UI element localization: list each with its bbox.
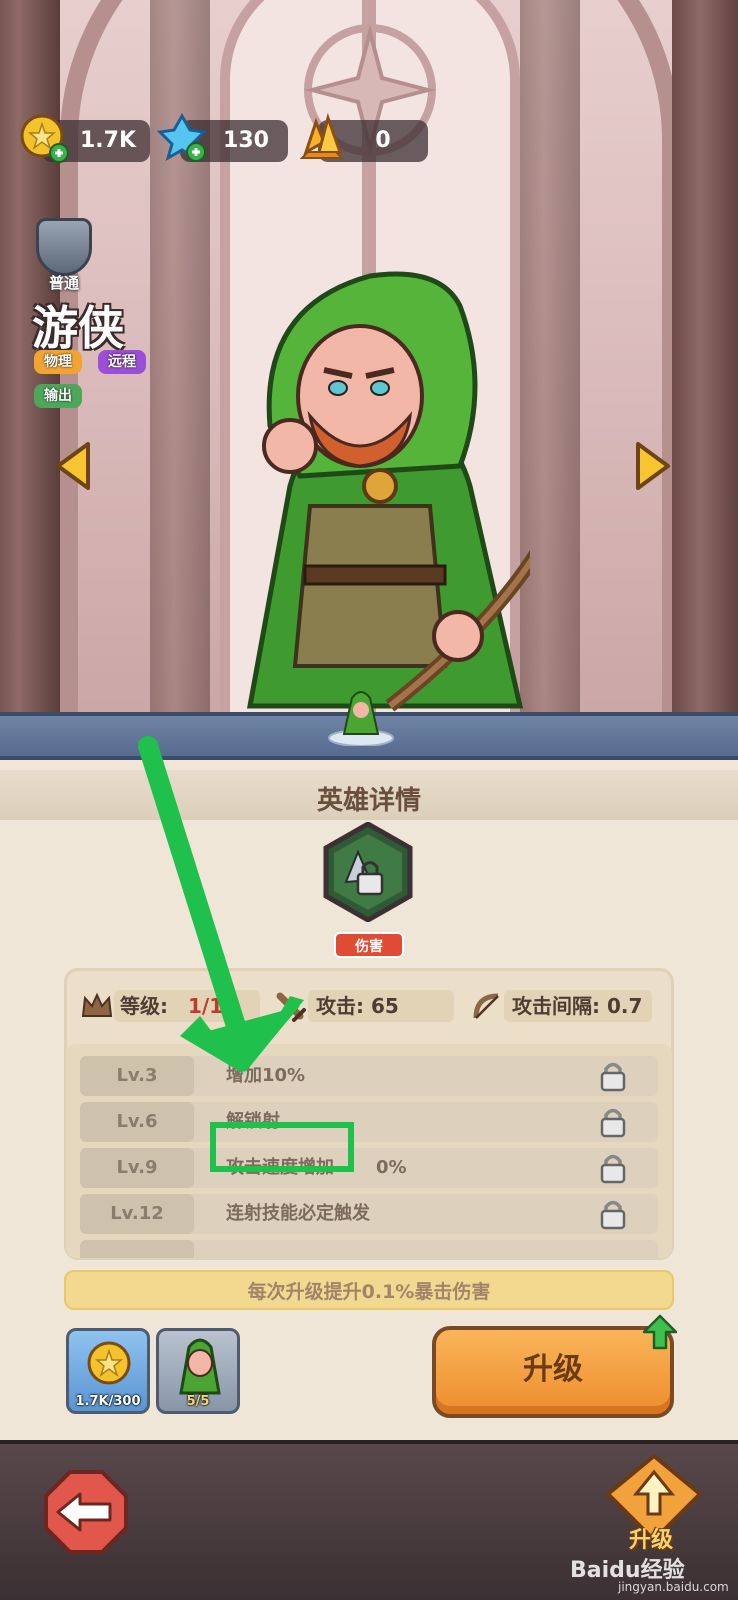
star-upgrade-label: 升级: [628, 1528, 673, 1553]
previous-hero-arrow-icon[interactable]: [54, 440, 92, 492]
gold-amount: 1.7K: [79, 128, 137, 153]
skill-type-tag: 伤害: [334, 932, 404, 958]
hero-card-cost-label: 5/5: [186, 1394, 210, 1409]
level-unlock-list[interactable]: Lv.3 增加10% Lv.6 解锁射 Lv.9 攻击速度增加 0% Lv.12…: [66, 1044, 672, 1258]
level-desc-suffix: 0%: [376, 1157, 407, 1178]
gold-cost-card[interactable]: 1.7K/300: [66, 1328, 150, 1414]
upgrade-info-bar: 每次升级提升0.1%暴击伤害: [64, 1270, 674, 1310]
upgrade-button[interactable]: 升级: [432, 1326, 674, 1418]
rank-shield-icon: [36, 218, 92, 276]
level-tag: [80, 1240, 194, 1258]
tag-ranged: 远程: [98, 350, 146, 374]
level-tag: Lv.12: [80, 1194, 194, 1234]
ranger-hero-portrait: [247, 271, 530, 712]
interval-stat: 攻击间隔: 0.7: [512, 994, 643, 1018]
lock-icon: [600, 1154, 626, 1184]
level-desc: 连射技能必定触发: [226, 1203, 370, 1224]
ranger-card-icon: [179, 1338, 221, 1395]
hero-name: 游侠: [32, 301, 124, 355]
level-unlock-row: Lv.12 连射技能必定触发: [80, 1194, 658, 1234]
level-tag: Lv.9: [80, 1148, 194, 1188]
gold-coin-icon: [87, 1341, 131, 1385]
tag-physical: 物理: [34, 350, 82, 374]
upgrade-available-arrow-icon: [642, 1314, 678, 1350]
crystal-amount: 0: [375, 128, 391, 153]
crystal-icon: [299, 112, 345, 159]
level-unlock-row: Lv.9 攻击速度增加 0%: [80, 1148, 658, 1188]
gem-amount: 130: [223, 128, 269, 153]
level-tag: Lv.6: [80, 1102, 194, 1142]
panel-title: 英雄详情: [316, 786, 421, 816]
lock-icon: [600, 1200, 626, 1230]
hero-mini-avatar: [328, 691, 394, 746]
back-button-icon[interactable]: [44, 1470, 128, 1554]
lock-icon: [600, 1062, 626, 1092]
upgrade-button-label: 升级: [523, 1352, 583, 1387]
right-pillar: [672, 0, 738, 730]
gold-coin-add-icon[interactable]: [18, 112, 70, 164]
level-unlock-row: Lv.6 解锁射: [80, 1102, 658, 1142]
bow-speed-icon: [473, 993, 499, 1019]
annotation-highlight-box: [210, 1122, 354, 1172]
annotation-arrow: [138, 736, 304, 1074]
lock-icon: [600, 1108, 626, 1138]
gold-cost-label: 1.7K/300: [75, 1394, 141, 1409]
attack-stat: 攻击: 65: [316, 994, 399, 1018]
crown-icon: [81, 992, 113, 1017]
watermark-url: jingyan.baidu.com: [618, 1580, 729, 1594]
hero-card-cost[interactable]: 5/5: [156, 1328, 240, 1414]
level-unlock-row: [80, 1240, 658, 1258]
inner-pillar-left: [150, 0, 210, 730]
locked-skill-icon[interactable]: [318, 822, 418, 922]
rank-label: 普通: [48, 274, 79, 292]
gem-add-icon[interactable]: [156, 112, 208, 164]
tag-output: 输出: [34, 384, 82, 408]
next-hero-arrow-icon[interactable]: [634, 440, 672, 492]
